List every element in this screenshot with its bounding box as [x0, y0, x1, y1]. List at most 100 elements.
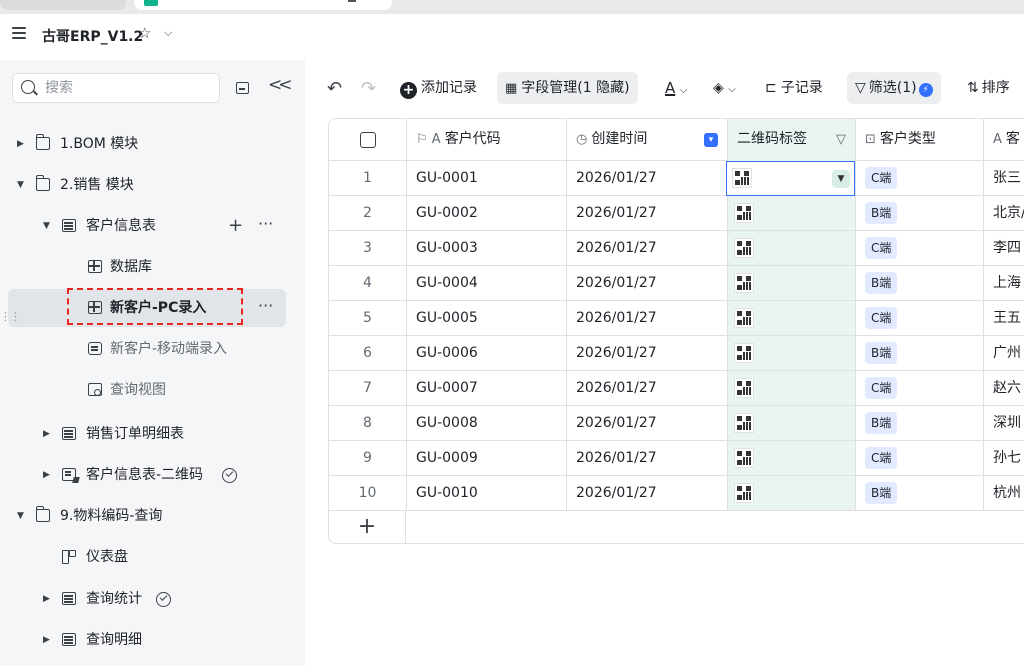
- sidebar-item-sales[interactable]: ▼ 2.销售 模块: [0, 168, 305, 202]
- undo-icon[interactable]: ↶: [327, 78, 342, 99]
- customer-code-cell[interactable]: GU-0007: [407, 371, 567, 405]
- customer-name-cell[interactable]: 深圳: [984, 406, 1024, 440]
- customer-type-cell[interactable]: B端: [856, 476, 984, 510]
- sidebar-item-new-customer-mobile[interactable]: 新客户-移动端录入: [0, 332, 305, 366]
- customer-name-cell[interactable]: 北京/: [984, 196, 1024, 230]
- created-time-cell[interactable]: 2026/01/27: [567, 161, 728, 195]
- search-box[interactable]: [12, 73, 220, 103]
- customer-code-cell[interactable]: GU-0010: [407, 476, 567, 510]
- collapse-arrow-icon[interactable]: ▼: [17, 168, 24, 202]
- created-time-cell[interactable]: 2026/01/27: [567, 441, 728, 475]
- sidebar-item-database[interactable]: 数据库: [0, 250, 305, 284]
- table-row[interactable]: 4 GU-0004 2026/01/27 B端 上海: [329, 266, 1024, 301]
- customer-type-cell[interactable]: B端: [856, 266, 984, 300]
- customer-type-cell[interactable]: C端: [856, 161, 984, 195]
- search-input[interactable]: [45, 79, 205, 97]
- column-header-customer-name[interactable]: A客: [984, 119, 1024, 161]
- collapse-sidebar-icon[interactable]: <<: [268, 75, 292, 95]
- table-row[interactable]: 8 GU-0008 2026/01/27 B端 深圳: [329, 406, 1024, 441]
- filter-button[interactable]: ▽ 筛选(1) ⚡: [847, 72, 941, 104]
- sidebar-item-query-detail[interactable]: ▶ 查询明细: [0, 623, 305, 657]
- qr-code-image[interactable]: [734, 448, 754, 468]
- created-time-cell[interactable]: 2026/01/27: [567, 336, 728, 370]
- qr-code-image[interactable]: [734, 238, 754, 258]
- star-icon[interactable]: ☆: [138, 24, 151, 42]
- qr-label-cell[interactable]: [728, 231, 856, 265]
- qr-code-image[interactable]: [734, 273, 754, 293]
- created-time-cell[interactable]: 2026/01/27: [567, 371, 728, 405]
- table-row[interactable]: 2 GU-0002 2026/01/27 B端 北京/: [329, 196, 1024, 231]
- qr-label-cell[interactable]: [728, 301, 856, 335]
- browser-tab-active[interactable]: [134, 0, 392, 10]
- sidebar-item-customer-table[interactable]: ▼ 客户信息表 + ···: [0, 209, 305, 243]
- sidebar-item-dashboard[interactable]: 仪表盘: [0, 540, 305, 574]
- column-header-customer-code[interactable]: ⚐ A 客户代码: [407, 119, 567, 161]
- sidebar-item-sales-order-detail[interactable]: ▶ 销售订单明细表: [0, 417, 305, 451]
- created-time-cell[interactable]: 2026/01/27: [567, 301, 728, 335]
- customer-code-cell[interactable]: GU-0004: [407, 266, 567, 300]
- created-time-cell[interactable]: 2026/01/27: [567, 231, 728, 265]
- more-icon[interactable]: ···: [258, 207, 273, 241]
- qr-code-image[interactable]: [734, 308, 754, 328]
- text-color-button[interactable]: A ⌵: [665, 72, 687, 104]
- expand-arrow-icon[interactable]: ▶: [43, 623, 50, 657]
- collapse-arrow-icon[interactable]: ▼: [43, 209, 50, 243]
- add-row-button[interactable]: +: [329, 511, 406, 543]
- created-time-cell[interactable]: 2026/01/27: [567, 476, 728, 510]
- table-row[interactable]: 7 GU-0007 2026/01/27 C端 赵六: [329, 371, 1024, 406]
- sidebar-item-query-view[interactable]: 查询视图: [0, 373, 305, 407]
- sidebar-item-new-customer-pc[interactable]: ⋮⋮ 新客户-PC录入 ···: [0, 289, 305, 327]
- filter-icon[interactable]: ▽: [836, 119, 846, 160]
- customer-code-cell[interactable]: GU-0006: [407, 336, 567, 370]
- chevron-down-icon[interactable]: ▼: [832, 170, 850, 188]
- created-time-cell[interactable]: 2026/01/27: [567, 196, 728, 230]
- customer-name-cell[interactable]: 张三: [984, 161, 1024, 195]
- customer-name-cell[interactable]: 杭州: [984, 476, 1024, 510]
- customer-type-cell[interactable]: C端: [856, 301, 984, 335]
- column-header-qr-label[interactable]: 二维码标签 ▽: [728, 119, 856, 161]
- field-manage-button[interactable]: ▦ 字段管理(1 隐藏): [497, 72, 638, 104]
- chevron-down-icon[interactable]: ⌵: [164, 26, 172, 40]
- qr-code-image[interactable]: [734, 413, 754, 433]
- qr-label-cell[interactable]: [728, 196, 856, 230]
- qr-label-cell[interactable]: [728, 336, 856, 370]
- qr-label-cell[interactable]: [728, 266, 856, 300]
- qr-code-image[interactable]: [734, 203, 754, 223]
- expand-arrow-icon[interactable]: ▶: [43, 417, 50, 451]
- customer-name-cell[interactable]: 上海: [984, 266, 1024, 300]
- table-row[interactable]: 9 GU-0009 2026/01/27 C端 孙七: [329, 441, 1024, 476]
- hamburger-menu-icon[interactable]: [12, 27, 26, 39]
- customer-code-cell[interactable]: GU-0002: [407, 196, 567, 230]
- customer-name-cell[interactable]: 赵六: [984, 371, 1024, 405]
- qr-label-cell[interactable]: [728, 441, 856, 475]
- created-time-cell[interactable]: 2026/01/27: [567, 266, 728, 300]
- customer-name-cell[interactable]: 李四: [984, 231, 1024, 265]
- select-all-checkbox[interactable]: [360, 132, 376, 148]
- sidebar-item-query-stats[interactable]: ▶ 查询统计: [0, 582, 305, 616]
- customer-type-cell[interactable]: C端: [856, 231, 984, 265]
- sort-button[interactable]: ⇅ 排序: [967, 72, 1010, 104]
- expand-arrow-icon[interactable]: ▶: [43, 582, 50, 616]
- sidebar-item-bom[interactable]: ▶ 1.BOM 模块: [0, 127, 305, 161]
- qr-label-cell[interactable]: [728, 476, 856, 510]
- qr-code-image[interactable]: [734, 483, 754, 503]
- expand-arrow-icon[interactable]: ▶: [17, 127, 24, 161]
- customer-type-cell[interactable]: C端: [856, 371, 984, 405]
- browser-tab[interactable]: [0, 0, 126, 10]
- customer-code-cell[interactable]: GU-0008: [407, 406, 567, 440]
- customer-type-cell[interactable]: B端: [856, 406, 984, 440]
- more-icon[interactable]: ···: [258, 289, 273, 323]
- customer-code-cell[interactable]: GU-0005: [407, 301, 567, 335]
- add-icon[interactable]: +: [228, 209, 243, 243]
- new-window-icon[interactable]: [236, 82, 249, 94]
- qr-code-image[interactable]: [732, 168, 752, 188]
- active-cell-qr[interactable]: ▼: [726, 161, 855, 196]
- qr-label-cell[interactable]: [728, 371, 856, 405]
- sidebar-item-customer-qrcode[interactable]: ▶ 客户信息表-二维码: [0, 458, 305, 492]
- table-row[interactable]: 5 GU-0005 2026/01/27 C端 王五: [329, 301, 1024, 336]
- table-row[interactable]: 6 GU-0006 2026/01/27 B端 广州: [329, 336, 1024, 371]
- qr-label-cell[interactable]: [728, 406, 856, 440]
- customer-code-cell[interactable]: GU-0009: [407, 441, 567, 475]
- customer-type-cell[interactable]: B端: [856, 196, 984, 230]
- customer-code-cell[interactable]: GU-0003: [407, 231, 567, 265]
